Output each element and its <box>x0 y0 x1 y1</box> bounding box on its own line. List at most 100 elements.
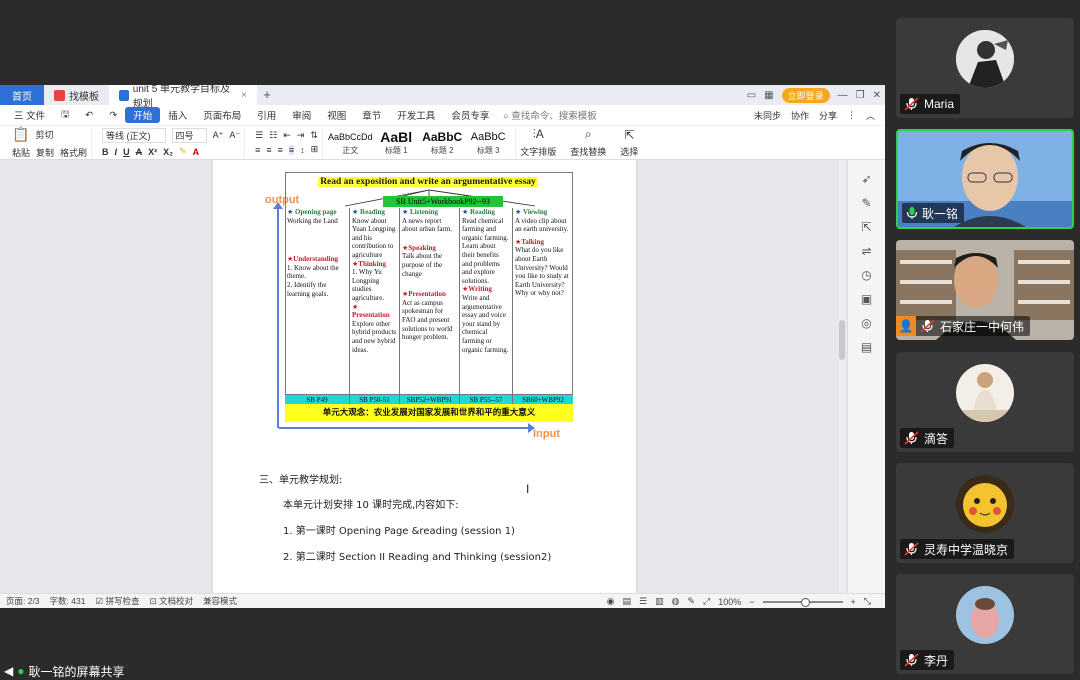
highlight-icon[interactable]: ✎ <box>179 146 187 157</box>
find-replace-group[interactable]: ⌕ 查找替换 <box>566 127 610 158</box>
tab-templates[interactable]: 找模板 <box>44 85 109 105</box>
menu-view[interactable]: 视图 <box>319 108 354 122</box>
collab-button[interactable]: 协作 <box>791 109 809 122</box>
collapse-ribbon-icon[interactable]: ︿ <box>866 109 875 122</box>
command-search[interactable]: ⌕ 查找命令、搜索模板 <box>503 108 596 122</box>
tab-home[interactable]: 首页 <box>0 85 44 105</box>
participant-tile-3[interactable]: 👤 石家庄一中何伟 <box>896 240 1074 340</box>
select-group[interactable]: ⇱ 选择 <box>616 128 642 158</box>
eye-icon[interactable]: ◉ <box>607 596 615 607</box>
align-right-icon[interactable]: ≡ <box>278 145 283 155</box>
cut-button[interactable]: 剪切 <box>35 128 53 141</box>
book-icon[interactable]: ▤ <box>861 340 872 354</box>
align-center-icon[interactable]: ≡ <box>266 145 271 155</box>
output-arrow <box>273 202 283 428</box>
border-icon[interactable]: ⊞ <box>311 144 319 155</box>
participant-tile-6[interactable]: 李丹 <box>896 574 1074 674</box>
participant-tile-2[interactable]: 耿一铭 <box>896 129 1074 229</box>
layout-icon[interactable]: ▭ <box>747 90 756 101</box>
style-heading-3[interactable]: AaBbC 标题 3 <box>467 129 509 156</box>
copy-button[interactable]: 复制 <box>36 146 54 159</box>
pen-mode-icon[interactable]: ✎ <box>687 596 695 607</box>
zoom-in-button[interactable]: + <box>851 597 856 607</box>
paste-button[interactable]: 粘贴 <box>12 146 30 159</box>
tab-document[interactable]: unit 5 单元教学目标及规划 × <box>109 84 257 110</box>
italic-icon[interactable]: I <box>115 147 118 157</box>
paste-icon[interactable]: 📋 <box>12 126 29 143</box>
menu-review[interactable]: 审阅 <box>284 108 319 122</box>
clock-icon[interactable]: ◷ <box>861 268 871 282</box>
more-icon[interactable]: ⋮ <box>847 110 856 121</box>
menu-member[interactable]: 会员专享 <box>443 108 497 122</box>
text-layout-group[interactable]: ⫶A 文字排版 <box>515 127 560 158</box>
cursor-icon[interactable]: ⇱ <box>861 220 871 234</box>
document-page[interactable]: output Input Read an exposition and writ… <box>213 160 636 593</box>
undo-icon[interactable]: ↶ <box>77 110 101 121</box>
menu-start[interactable]: 开始 <box>125 107 161 123</box>
save-icon[interactable]: 🖫 <box>53 107 77 123</box>
zoom-fit-icon[interactable]: ⤢ <box>703 596 710 607</box>
align-left-icon[interactable]: ≡ <box>255 145 260 155</box>
doc-proof[interactable]: ⊡ 文档校对 <box>149 595 193 607</box>
format-painter-button[interactable]: 格式刷 <box>60 146 87 159</box>
word-count[interactable]: 字数: 431 <box>50 595 86 607</box>
fullscreen-icon[interactable]: ⤡ <box>864 596 871 607</box>
minimize-icon[interactable]: — <box>838 90 848 101</box>
page-indicator[interactable]: 页面: 2/3 <box>6 595 40 607</box>
menu-dev-tools[interactable]: 开发工具 <box>389 108 443 122</box>
close-window-icon[interactable]: ✕ <box>873 90 881 101</box>
superscript-icon[interactable]: X² <box>148 147 157 157</box>
web-view-icon[interactable]: ◍ <box>672 596 680 607</box>
menu-reference[interactable]: 引用 <box>249 108 284 122</box>
grow-font-icon[interactable]: A⁺ <box>213 130 224 141</box>
style-heading-1[interactable]: AaBl 标题 1 <box>375 129 417 156</box>
participant-tile-1[interactable]: Maria <box>896 18 1074 118</box>
spell-check[interactable]: ☑ 拼写检查 <box>95 595 139 607</box>
sync-status[interactable]: 未同步 <box>754 109 781 122</box>
line-spacing-icon[interactable]: ↕ <box>300 145 305 155</box>
menu-insert[interactable]: 插入 <box>160 108 195 122</box>
outline-view-icon[interactable]: ☰ <box>639 596 647 607</box>
pen-icon[interactable]: ✎ <box>861 196 871 210</box>
read-view-icon[interactable]: ▥ <box>655 596 664 607</box>
adjust-icon[interactable]: ⇌ <box>861 244 871 258</box>
indent-icon[interactable]: ⇤ <box>283 130 291 141</box>
bold-icon[interactable]: B <box>102 147 109 157</box>
strikethrough-icon[interactable]: A <box>136 147 143 157</box>
font-color-icon[interactable]: A <box>193 147 200 157</box>
rocket-icon[interactable]: ➶ <box>861 172 871 186</box>
menu-chapter[interactable]: 章节 <box>354 108 389 122</box>
underline-icon[interactable]: U <box>123 147 130 157</box>
grid-icon[interactable]: ▦ <box>764 90 773 101</box>
menu-file[interactable]: 三 文件 <box>6 108 53 122</box>
shrink-font-icon[interactable]: A⁻ <box>229 130 240 141</box>
font-size-select[interactable]: 四号 <box>171 128 207 143</box>
justify-icon[interactable]: ≡ <box>288 144 295 155</box>
participant-tile-5[interactable]: 灵寿中学温晓京 <box>896 463 1074 563</box>
font-name-select[interactable]: 等线 (正文) <box>102 128 166 143</box>
style-normal[interactable]: AaBbCcDd 正文 <box>328 129 373 156</box>
spell-check-label: 拼写检查 <box>105 596 140 606</box>
login-button[interactable]: 立即登录 <box>781 87 830 103</box>
target-icon[interactable]: ◎ <box>861 316 871 330</box>
new-tab-button[interactable]: + <box>257 85 277 105</box>
zoom-out-button[interactable]: − <box>749 597 754 607</box>
share-button[interactable]: 分享 <box>819 109 837 122</box>
scrollbar-thumb[interactable] <box>839 320 845 360</box>
style-heading-2[interactable]: AaBbC 标题 2 <box>421 129 463 156</box>
subscript-icon[interactable]: X₂ <box>163 147 173 157</box>
number-list-icon[interactable]: ☷ <box>269 130 277 141</box>
close-tab-icon[interactable]: × <box>241 90 247 101</box>
sort-icon[interactable]: ⇅ <box>310 130 318 141</box>
zoom-level[interactable]: 100% <box>718 597 741 607</box>
vertical-scrollbar[interactable] <box>839 160 845 593</box>
menu-page-layout[interactable]: 页面布局 <box>195 108 249 122</box>
bullet-list-icon[interactable]: ☰ <box>255 130 263 141</box>
redo-icon[interactable]: ↷ <box>101 110 125 121</box>
restore-icon[interactable]: ❐ <box>856 90 865 101</box>
page-view-icon[interactable]: ▤ <box>623 596 632 607</box>
outdent-icon[interactable]: ⇥ <box>297 130 305 141</box>
zoom-slider[interactable] <box>762 597 843 607</box>
participant-tile-4[interactable]: 滴答 <box>896 352 1074 452</box>
photo-icon[interactable]: ▣ <box>861 292 872 306</box>
